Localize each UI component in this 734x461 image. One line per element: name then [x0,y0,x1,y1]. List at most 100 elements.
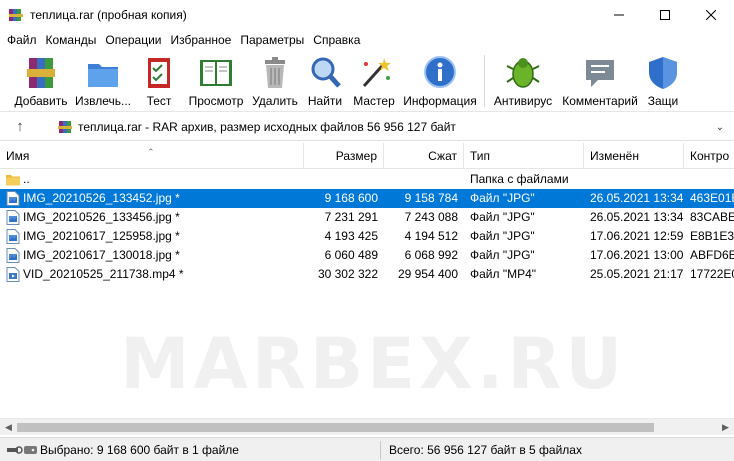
cell-type: Файл "JPG" [470,229,535,243]
comment-icon [580,54,620,92]
checklist-icon [139,54,179,92]
cell-crc: E8B1E34 [690,229,734,243]
menu-options[interactable]: Параметры [235,30,308,50]
cell-modified [590,170,684,189]
cell-size: 30 302 322 [317,267,378,281]
cell-packed: 29 954 400 [397,267,458,281]
image-file-icon [6,191,20,206]
winrar-app-icon [8,7,24,23]
minimize-button[interactable] [596,0,642,30]
antivirus-button[interactable]: Антивирус [489,50,557,112]
close-button[interactable] [688,0,734,30]
info-button[interactable]: Информация [400,50,480,112]
shield-icon [643,54,683,92]
cell-name: .. [23,172,30,186]
key-drive-icon [7,445,37,454]
column-header-size[interactable]: Размер [304,143,384,169]
scroll-right-icon[interactable]: ▶ [717,419,734,436]
table-row[interactable]: IMG_20210526_133456.jpg * 7 231 291 7 243 … [0,208,734,227]
delete-button[interactable]: Удалить [248,50,302,112]
wizard-button[interactable]: Мастер [348,50,400,112]
image-file-icon [6,248,20,263]
status-total: Всего: 56 956 127 байт в 5 файлах [389,442,582,457]
cell-type: Файл "MP4" [470,267,537,281]
cell-crc: 83CABE [690,210,734,224]
cell-name: IMG_20210526_133456.jpg * [23,210,180,224]
cell-name: IMG_20210617_130018.jpg * [23,248,180,262]
menu-favorites[interactable]: Избранное [166,30,236,50]
status-bar: Выбрано: 9 168 600 байт в 1 файле Всего:… [0,437,734,461]
scroll-left-icon[interactable]: ◀ [0,419,17,436]
table-row[interactable]: IMG_20210617_130018.jpg * 6 060 489 6 068 … [0,246,734,265]
cell-packed: 4 194 512 [404,229,458,243]
rar-books-icon [21,54,61,92]
status-icons [6,444,40,456]
cell-packed [384,170,458,189]
cell-size [304,170,378,189]
comment-button[interactable]: Комментарий [557,50,643,112]
cell-size: 6 060 489 [324,248,378,262]
menu-commands[interactable]: Команды [41,30,101,50]
add-button[interactable]: Добавить [10,50,72,112]
address-bar: ↑ теплица.rar - RAR архив, размер исходн… [0,113,734,141]
menu-file[interactable]: Файл [2,30,41,50]
cell-crc [690,170,734,189]
up-folder-button[interactable]: ↑ [0,113,40,141]
maximize-button[interactable] [642,0,688,30]
extract-button[interactable]: Извлечь... [72,50,134,112]
cell-modified: 17.06.2021 12:59 [590,229,684,243]
column-header-crc[interactable]: Контро [684,143,734,169]
menu-operations[interactable]: Операции [100,30,165,50]
cell-modified: 26.05.2021 13:34 [590,210,684,224]
path-combobox[interactable]: теплица.rar - RAR архив, размер исходных… [52,116,730,138]
table-row[interactable]: VID_20210525_211738.mp4 * 30 302 322 29 95… [0,265,734,284]
image-file-icon [6,229,20,244]
status-separator [380,440,381,459]
view-button[interactable]: Просмотр [184,50,248,112]
horizontal-scrollbar[interactable]: ◀ ▶ [0,418,734,435]
trash-icon [255,54,295,92]
test-button[interactable]: Тест [134,50,184,112]
video-file-icon [6,267,20,282]
window-title: теплица.rar (пробная копия) [30,8,187,22]
watermark: MARBEX.RU [120,323,627,405]
image-file-icon [6,210,20,225]
cell-packed: 7 243 088 [404,210,458,224]
chevron-down-icon[interactable]: ⌄ [711,122,729,133]
table-row[interactable]: .. Папка с файлами [0,170,734,189]
cell-size: 7 231 291 [324,210,378,224]
archive-path-text: теплица.rar - RAR архив, размер исходных… [78,120,456,134]
rar-archive-icon [57,119,73,135]
cell-name: IMG_20210526_133452.jpg * [23,191,180,205]
column-header-modified[interactable]: Изменён [584,143,684,169]
folder-icon [6,172,20,187]
column-header-name[interactable]: Имя ⌃ [0,143,304,169]
status-selected: Выбрано: 9 168 600 байт в 1 файле [40,442,239,457]
cell-crc: 17722E0 [690,267,734,281]
column-header-packed[interactable]: Сжат [384,143,464,169]
table-row[interactable]: IMG_20210617_125958.jpg * 4 193 425 4 194 … [0,227,734,246]
find-button[interactable]: Найти [302,50,348,112]
cell-type: Папка с файлами [470,172,569,186]
cell-modified: 17.06.2021 13:00 [590,248,684,262]
cell-packed: 6 068 992 [404,248,458,262]
magnifier-icon [305,54,345,92]
protect-button[interactable]: Защи [643,50,683,112]
scroll-thumb[interactable] [17,423,654,432]
table-row[interactable]: IMG_20210526_133452.jpg * 9 168 600 9 158 … [0,189,734,208]
title-bar: теплица.rar (пробная копия) [0,0,734,30]
book-icon [196,54,236,92]
cell-type: Файл "JPG" [470,210,535,224]
file-list: Имя ⌃ Размер Сжат Тип Изменён Контро .. П… [0,143,734,418]
column-header-row: Имя ⌃ Размер Сжат Тип Изменён Контро [0,143,734,169]
cell-crc: ABFD6E [690,248,734,262]
menu-help[interactable]: Справка [308,30,364,50]
toolbar-separator [484,55,485,107]
cell-type: Файл "JPG" [470,248,535,262]
sort-ascending-icon: ⌃ [147,147,155,157]
bug-icon [503,54,543,92]
cell-size: 9 168 600 [324,191,378,205]
cell-name: IMG_20210617_125958.jpg * [23,229,180,243]
menu-bar: Файл Команды Операции Избранное Параметр… [0,30,734,50]
column-header-type[interactable]: Тип [464,143,584,169]
